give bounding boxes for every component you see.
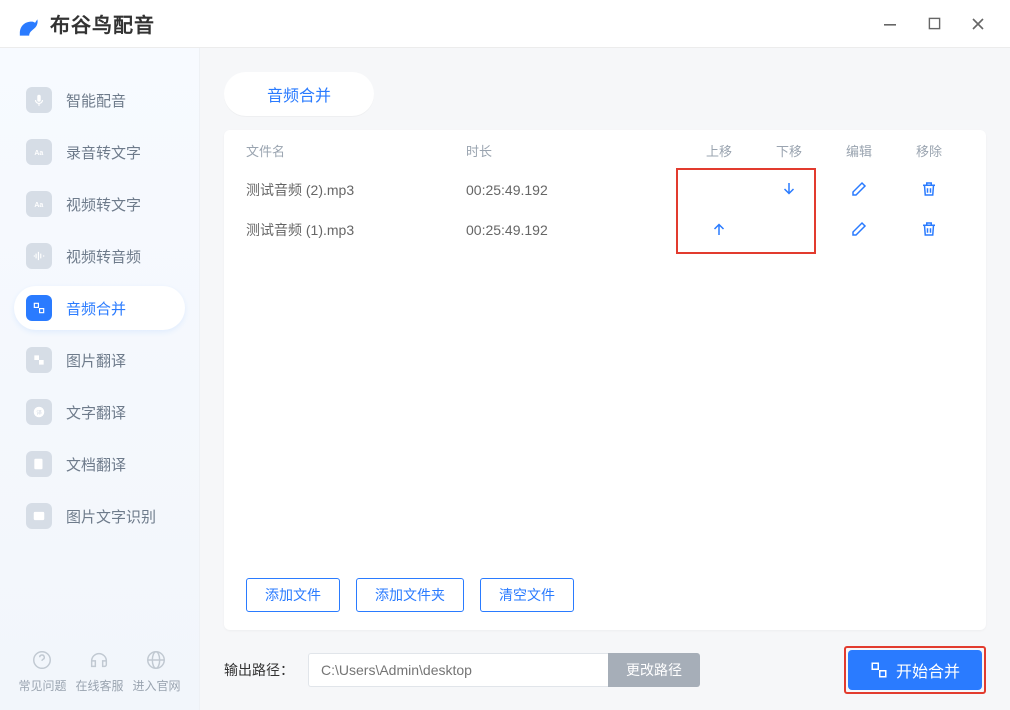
table-body: 测试音频 (2).mp3 00:25:49.192 — [224, 170, 986, 250]
support-label: 在线客服 — [75, 677, 123, 694]
sidebar-item-video2text[interactable]: Aa 视频转文字 — [14, 182, 185, 226]
output-path-label: 输出路径： — [224, 660, 294, 680]
table-header: 文件名 时长 上移 下移 编辑 移除 — [224, 130, 986, 170]
logo-icon — [14, 10, 42, 38]
tab-audio-merge[interactable]: 音频合并 — [224, 72, 374, 116]
sidebar-bottom: 常见问题 在线客服 进入官网 — [0, 649, 199, 710]
main-area: 音频合并 文件名 时长 上移 下移 编辑 移除 测试音频 (2).mp3 00:… — [200, 48, 1010, 710]
sidebar-item-smart-dub[interactable]: 智能配音 — [14, 78, 185, 122]
add-file-button[interactable]: 添加文件 — [246, 578, 340, 612]
globe-icon — [145, 649, 167, 671]
sidebar-item-label: 文字翻译 — [66, 402, 126, 423]
moveup-button[interactable] — [709, 219, 729, 239]
cell-duration: 00:25:49.192 — [466, 222, 684, 238]
edit-button[interactable] — [849, 219, 869, 239]
sidebar-item-label: 图片翻译 — [66, 350, 126, 371]
faq-label: 常见问题 — [18, 677, 66, 694]
sidebar-item-video2audio[interactable]: 视频转音频 — [14, 234, 185, 278]
panel-actions: 添加文件 添加文件夹 清空文件 — [224, 578, 986, 630]
sidebar-item-ocr[interactable]: 图片文字识别 — [14, 494, 185, 538]
start-merge-button[interactable]: 开始合并 — [848, 650, 982, 690]
ocr-icon — [26, 503, 52, 529]
support-button[interactable]: 在线客服 — [75, 649, 123, 694]
app-title: 布谷鸟配音 — [50, 9, 155, 38]
website-label: 进入官网 — [132, 677, 180, 694]
sidebar-item-doc-translate[interactable]: 文档翻译 — [14, 442, 185, 486]
sidebar-menu: 智能配音 Aa 录音转文字 Aa 视频转文字 视频转音频 音频合并 — [0, 48, 199, 538]
minimize-button[interactable] — [882, 16, 898, 32]
th-moveup: 上移 — [684, 141, 754, 160]
sidebar-item-label: 文档翻译 — [66, 454, 126, 475]
sidebar-item-audio-merge[interactable]: 音频合并 — [14, 286, 185, 330]
sidebar-item-label: 音频合并 — [66, 298, 126, 319]
annotation-highlight: 开始合并 — [844, 646, 986, 694]
website-button[interactable]: 进入官网 — [132, 649, 180, 694]
aa-icon: Aa — [26, 139, 52, 165]
sidebar-item-label: 智能配音 — [66, 90, 126, 111]
wave-icon — [26, 243, 52, 269]
svg-text:Aa: Aa — [34, 202, 43, 209]
output-path-input[interactable] — [308, 653, 608, 687]
footer: 输出路径： 更改路径 开始合并 — [224, 630, 986, 694]
table-row: 测试音频 (2).mp3 00:25:49.192 — [246, 170, 964, 210]
brand: 布谷鸟配音 — [0, 9, 155, 38]
delete-button[interactable] — [919, 179, 939, 199]
faq-button[interactable]: 常见问题 — [18, 649, 66, 694]
mic-icon — [26, 87, 52, 113]
close-button[interactable] — [970, 16, 986, 32]
headset-icon — [88, 649, 110, 671]
cell-duration: 00:25:49.192 — [466, 182, 684, 198]
edit-button[interactable] — [849, 179, 869, 199]
cell-filename: 测试音频 (2).mp3 — [246, 180, 466, 200]
th-remove: 移除 — [894, 141, 964, 160]
tab-row: 音频合并 — [224, 72, 986, 116]
sidebar-item-text-translate[interactable]: 译 文字翻译 — [14, 390, 185, 434]
th-duration: 时长 — [466, 141, 684, 160]
sidebar-item-image-translate[interactable]: 图片翻译 — [14, 338, 185, 382]
svg-text:Aa: Aa — [34, 150, 43, 157]
th-filename: 文件名 — [246, 141, 466, 160]
cell-filename: 测试音频 (1).mp3 — [246, 220, 466, 240]
translate-icon — [26, 347, 52, 373]
sidebar-item-label: 录音转文字 — [66, 142, 141, 163]
start-label: 开始合并 — [896, 658, 960, 682]
titlebar: 布谷鸟配音 — [0, 0, 1010, 48]
merge-icon — [26, 295, 52, 321]
tab-label: 音频合并 — [267, 82, 331, 106]
movedown-button[interactable] — [779, 179, 799, 199]
delete-button[interactable] — [919, 219, 939, 239]
path-group: 更改路径 — [308, 653, 700, 687]
help-icon — [31, 649, 53, 671]
sidebar-item-label: 图片文字识别 — [66, 506, 156, 527]
sidebar-item-label: 视频转文字 — [66, 194, 141, 215]
maximize-button[interactable] — [926, 16, 942, 32]
table-row: 测试音频 (1).mp3 00:25:49.192 — [246, 210, 964, 250]
add-folder-button[interactable]: 添加文件夹 — [356, 578, 464, 612]
th-movedown: 下移 — [754, 141, 824, 160]
sidebar-item-audio2text[interactable]: Aa 录音转文字 — [14, 130, 185, 174]
window-controls — [882, 16, 1010, 32]
translate-icon — [26, 451, 52, 477]
sidebar: 智能配音 Aa 录音转文字 Aa 视频转文字 视频转音频 音频合并 — [0, 48, 200, 710]
clear-files-button[interactable]: 清空文件 — [480, 578, 574, 612]
app-window: 布谷鸟配音 智能配音 Aa 录音转文字 Aa 视频转文字 — [0, 0, 1010, 710]
translate-icon: 译 — [26, 399, 52, 425]
change-path-button[interactable]: 更改路径 — [608, 653, 700, 687]
th-edit: 编辑 — [824, 141, 894, 160]
file-panel: 文件名 时长 上移 下移 编辑 移除 测试音频 (2).mp3 00:25:49… — [224, 130, 986, 630]
merge-icon — [870, 661, 888, 679]
sidebar-item-label: 视频转音频 — [66, 246, 141, 267]
aa-icon: Aa — [26, 191, 52, 217]
